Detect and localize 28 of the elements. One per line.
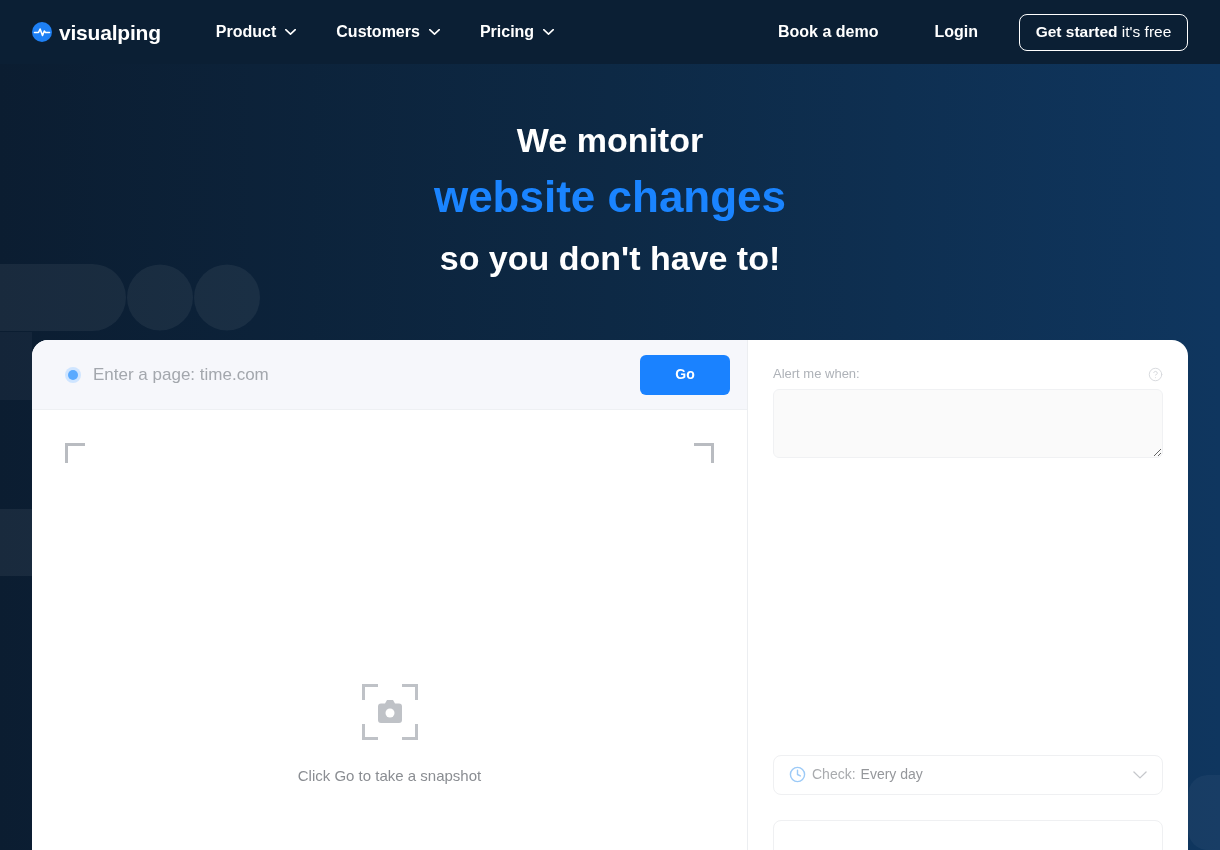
get-started-button[interactable]: Get started it's free xyxy=(1019,13,1188,51)
clock-icon xyxy=(789,766,806,784)
nav-menu-item[interactable]: Pricing xyxy=(479,20,555,44)
camera-frame-icon xyxy=(361,684,418,740)
go-button[interactable]: Go xyxy=(640,354,730,395)
url-input[interactable]: Enter a page: time.com xyxy=(93,354,628,395)
background-shapes xyxy=(0,509,32,576)
hero-heading: We monitor xyxy=(516,120,704,160)
url-bar[interactable]: Enter a page: time.com Go xyxy=(32,340,747,410)
dot-icon xyxy=(65,366,81,383)
login-link[interactable]: Login xyxy=(934,20,978,44)
chevron-down-icon xyxy=(285,29,297,35)
pulse-logo-icon xyxy=(32,22,52,42)
chevron-down-icon xyxy=(543,29,555,35)
corner-bracket-icon xyxy=(694,443,714,463)
alert-textarea[interactable] xyxy=(773,389,1163,458)
chevron-down-icon xyxy=(1133,770,1147,779)
book-demo-link[interactable]: Book a demo xyxy=(778,20,879,44)
alert-label: Alert me when: xyxy=(773,366,860,382)
logo-wordmark[interactable]: visualping xyxy=(59,21,161,43)
help-icon[interactable] xyxy=(1148,366,1163,382)
snapshot-hint: Click Go to take a snapshot xyxy=(297,766,482,786)
corner-bracket-icon xyxy=(65,443,85,463)
nav-menu-item[interactable]: Customers xyxy=(336,20,440,44)
chevron-down-icon xyxy=(428,29,440,35)
hero-highlight: website changes xyxy=(433,171,787,223)
hero-subheading: so you don't have to! xyxy=(439,238,781,278)
nav-menu-item[interactable]: Product xyxy=(215,20,297,44)
